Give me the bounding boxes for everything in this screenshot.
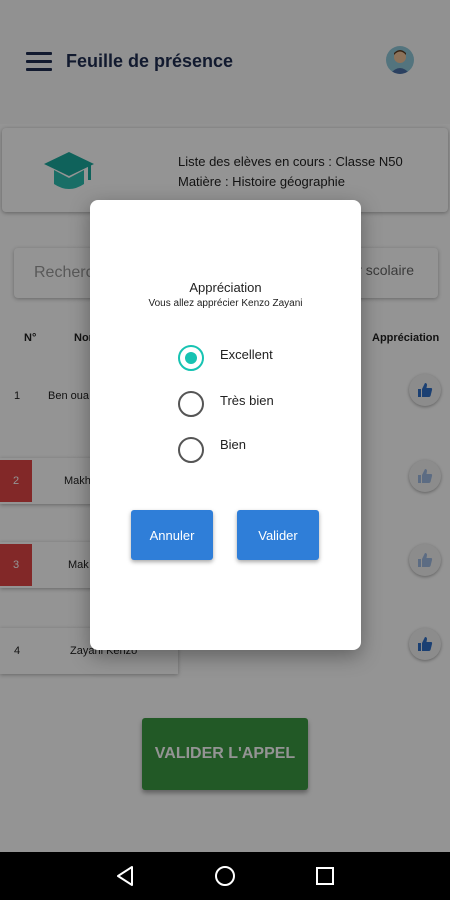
radio-button[interactable] (178, 437, 204, 463)
system-navigation-bar (0, 852, 450, 900)
back-icon[interactable] (114, 864, 138, 888)
confirm-button[interactable]: Valider (237, 510, 319, 560)
dialog-title: Appréciation (189, 280, 262, 295)
option-label: Bien (220, 437, 247, 452)
option-label: Excellent (220, 347, 273, 362)
recents-icon[interactable] (313, 864, 337, 888)
home-icon[interactable] (213, 864, 237, 888)
radio-button-selected[interactable] (178, 345, 204, 371)
cancel-button[interactable]: Annuler (131, 510, 213, 560)
option-label: Très bien (220, 393, 274, 408)
appreciation-dialog: Appréciation Vous allez apprécier Kenzo … (90, 200, 361, 650)
dialog-subtitle: Vous allez apprécier Kenzo Zayani (148, 298, 303, 309)
radio-button[interactable] (178, 391, 204, 417)
